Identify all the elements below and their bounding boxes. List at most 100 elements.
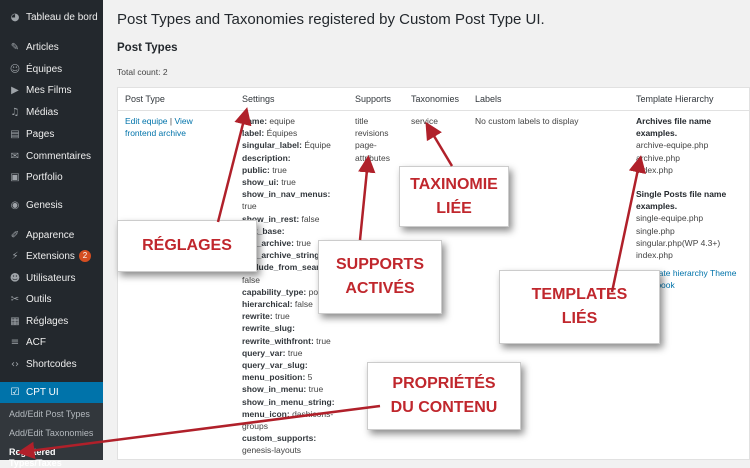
settings-value: Équipes [264,128,298,139]
callout-templates-lies: TEMPLATES LIÉS [499,270,660,344]
settings-line: menu_position: 5 [242,371,352,383]
sidebar-item-portfolio[interactable]: ▣ Portfolio [0,167,103,187]
sidebar-item-dashboard[interactable]: ◕ Tableau de bord [0,7,103,27]
column-header-taxonomies: Taxonomies [411,94,460,104]
single-heading: Single Posts file name [636,189,727,200]
column-header-template-hierarchy: Template Hierarchy [636,94,714,104]
video-icon: ▶ [11,84,19,96]
callout-supports-actives: SUPPORTS ACTIVÉS [318,240,442,314]
supports-cell: title revisions page- attributes [355,115,405,164]
settings-key: custom_supports: [242,433,317,444]
single-file: index.php [636,250,673,261]
settings-line: true [242,200,352,212]
settings-line: public: true [242,164,352,176]
archive-file: archive.php [636,152,680,163]
column-header-settings: Settings [242,94,275,104]
checkbox-icon: ☑ [10,387,20,398]
settings-key: rewrite_slug: [242,323,295,334]
settings-line: show_ui: true [242,176,352,188]
sidebar-item-mes-films[interactable]: ▶ Mes Films [0,80,103,100]
cpt-ui-submenu: Add/Edit Post Types Add/Edit Taxonomies … [0,403,103,468]
update-count-badge: 2 [78,250,91,262]
shortcode-icon: ‹› [11,358,19,370]
sidebar-item-commentaires[interactable]: ✉ Commentaires [0,146,103,166]
settings-value: true [272,311,290,322]
settings-icon: ▦ [10,315,20,327]
settings-line: label: Équipes [242,127,352,139]
single-file: singular.php(WP 4.3+) [636,237,721,248]
submenu-registered-types[interactable]: Registered [9,447,56,457]
settings-line: query_var: true [242,347,352,359]
acf-icon: ≡ [10,336,20,348]
settings-line: query_var_slug: [242,359,352,371]
link-separator: | [169,116,173,126]
page-icon: ▤ [10,128,20,140]
settings-value: Équipe [302,140,331,151]
portfolio-icon: ▣ [10,171,20,183]
users-icon: ☻ [9,272,21,284]
settings-key: rewrite: [242,311,273,322]
settings-key: hierarchical: [242,299,293,310]
settings-key: singular_label: [242,140,302,151]
template-hierarchy-cell: Archives file name examples. archive-equ… [636,115,750,292]
submenu-add-edit-taxonomies[interactable]: Add/Edit Taxonomies [9,428,93,438]
appearance-icon: ✐ [10,229,20,241]
settings-key: show_in_menu: [242,384,307,395]
submenu-add-edit-post-types[interactable]: Add/Edit Post Types [9,409,90,419]
header-divider [118,110,750,111]
settings-key: show_in_nav_menus: [242,189,331,200]
sidebar-item-outils[interactable]: ✂ Outils [0,289,103,309]
sidebar-item-medias[interactable]: ♫ Médias [0,102,103,122]
callout-reglages: RÉGLAGES [117,220,257,272]
sidebar-item-shortcodes[interactable]: ‹› Shortcodes [0,354,103,374]
sidebar-item-genesis[interactable]: ◉ Genesis [0,195,103,215]
settings-key: name: [242,116,268,126]
edit-equipe-link[interactable]: Edit equipe [125,116,168,126]
pin-icon: ✎ [10,41,20,53]
settings-key: description: [242,152,291,163]
settings-line: description: [242,152,352,164]
view-link[interactable]: View [175,116,193,126]
dashboard-icon: ◕ [10,11,20,23]
settings-value: true [306,384,324,395]
sidebar-item-extensions[interactable]: ⚡ Extensions 2 [0,246,103,266]
settings-value: false [292,299,313,310]
sidebar-item-equipes[interactable]: ☺ Équipes [0,59,103,79]
settings-value: false [242,274,260,285]
settings-line: show_in_menu_string: [242,396,352,408]
settings-line: show_in_rest: false [242,213,352,225]
settings-value: equipe [267,116,295,126]
sidebar-item-cpt-ui[interactable]: ☑ CPT UI [0,382,103,403]
settings-line: rest_base: [242,225,352,237]
section-title: Post Types [117,42,178,54]
support-item: title [355,116,369,126]
settings-key: capability_type: [242,286,307,297]
sidebar-item-acf[interactable]: ≡ ACF [0,332,103,352]
settings-value: true [313,335,331,346]
callout-taxinomie-liee: TAXINOMIE LIÉE [399,166,509,227]
frontend-archive-link[interactable]: frontend archive [125,128,186,138]
settings-key: rewrite_withfront: [242,335,314,346]
settings-line: rewrite_slug: [242,322,352,334]
sidebar-item-articles[interactable]: ✎ Articles [0,37,103,57]
column-header-supports: Supports [355,94,392,104]
sidebar-item-reglages[interactable]: ▦ Réglages [0,311,103,331]
archives-heading-2: examples. [636,128,678,139]
sidebar-item-apparence[interactable]: ✐ Apparence [0,225,103,245]
settings-line: name: equipe [242,115,352,127]
settings-line: show_in_nav_menus: [242,188,352,200]
single-heading-2: examples. [636,201,678,212]
settings-key: show_ui: [242,177,279,188]
settings-value: genesis-layouts [242,445,302,456]
settings-value: true [269,164,287,175]
genesis-icon: ◉ [10,199,20,211]
single-file: single.php [636,225,675,236]
sidebar-item-utilisateurs[interactable]: ☻ Utilisateurs [0,268,103,288]
sidebar-item-pages[interactable]: ▤ Pages [0,124,103,144]
column-header-post-type: Post Type [125,94,165,104]
settings-value: true [242,201,257,212]
page-title: Post Types and Taxonomies registered by … [117,11,545,28]
settings-line: show_in_menu: true [242,383,352,395]
single-file: single-equipe.php [636,213,704,224]
archive-file: index.php [636,164,673,175]
